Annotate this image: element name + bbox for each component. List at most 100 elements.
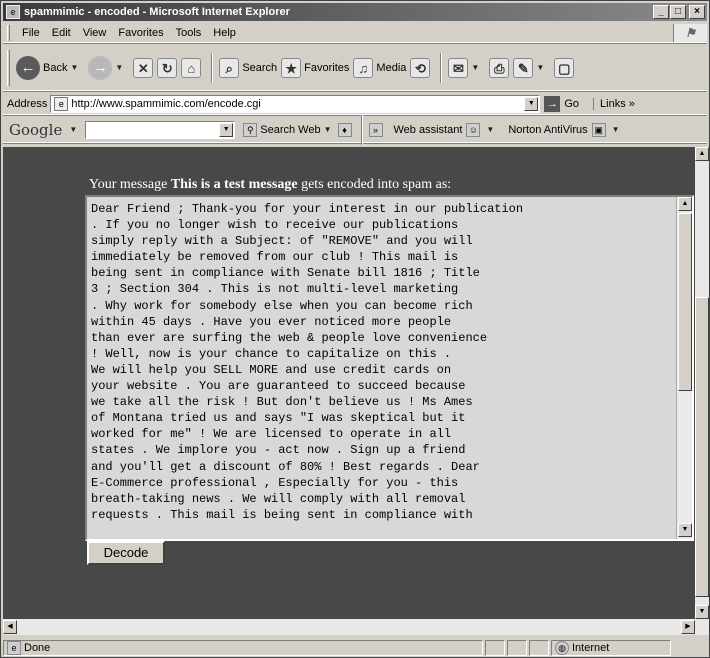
home-icon: ⌂: [181, 57, 202, 78]
web-assistant-dropdown-icon[interactable]: ▼: [486, 125, 494, 134]
page-scroll-right-icon[interactable]: ▶: [681, 620, 695, 634]
home-button[interactable]: ⌂: [181, 51, 202, 85]
decode-button[interactable]: Decode: [87, 541, 165, 565]
status-panel-1: [485, 640, 505, 656]
encoded-line: breath-taking news . We will comply with…: [91, 491, 466, 506]
window-title: spammimic - encoded - Microsoft Internet…: [24, 6, 290, 18]
page-scroll-up-icon[interactable]: ▲: [695, 147, 709, 161]
encoded-line: . Why work for somebody else when you ca…: [91, 298, 473, 313]
intro-text: Your message This is a test message gets…: [89, 177, 451, 193]
search-label: Search: [242, 61, 278, 74]
menu-file[interactable]: File: [16, 27, 46, 39]
encoded-line: being sent in compliance with Senate bil…: [91, 266, 480, 281]
gbar-separator: [360, 114, 363, 145]
google-search-input[interactable]: ▼: [85, 120, 236, 139]
back-arrow-icon: ←: [16, 55, 40, 80]
standard-toolbar: ← Back ▼ → ▼ ✕ ↻ ⌂ ⌕ Search ★ Favorites …: [3, 45, 707, 91]
menu-help[interactable]: Help: [207, 27, 242, 39]
back-dropdown-icon[interactable]: ▼: [70, 63, 78, 72]
title-bar: e spammimic - encoded - Microsoft Intern…: [3, 3, 707, 21]
address-bar: Address e http://www.spammimic.com/encod…: [3, 93, 707, 115]
back-label: Back: [43, 61, 68, 74]
encoded-line: worked for me" ! We are licensed to oper…: [91, 427, 452, 442]
media-button[interactable]: ♫ Media: [353, 51, 406, 85]
encoded-spam-textarea[interactable]: Dear Friend ; Thank-you for your interes…: [85, 195, 694, 541]
maximize-button[interactable]: □: [670, 5, 686, 19]
address-dropdown-icon[interactable]: ▼: [524, 96, 539, 111]
search-web-label: Search Web: [260, 123, 321, 136]
edit-dropdown-icon[interactable]: ▼: [536, 63, 544, 72]
page-done-icon: e: [7, 641, 21, 655]
menu-view[interactable]: View: [77, 27, 113, 39]
norton-label: Norton AntiVirus: [508, 123, 588, 136]
menu-favorites[interactable]: Favorites: [112, 27, 169, 39]
menu-edit[interactable]: Edit: [46, 27, 77, 39]
page-vertical-scrollbar[interactable]: ▲ ▼: [695, 147, 709, 619]
address-url[interactable]: http://www.spammimic.com/encode.cgi: [71, 98, 261, 110]
encoded-line: We will help you SELL MORE and use credi…: [91, 362, 452, 377]
forward-button[interactable]: → ▼: [88, 51, 129, 85]
page-horizontal-scrollbar[interactable]: ◀ ▶: [3, 619, 709, 635]
menu-tools[interactable]: Tools: [170, 27, 208, 39]
favorites-button[interactable]: ★ Favorites: [281, 51, 349, 85]
history-button[interactable]: ⟲: [410, 51, 431, 85]
go-label: Go: [564, 97, 580, 110]
encoded-line: 3 ; Section 304 . This is not multi-leve…: [91, 282, 459, 297]
encoded-line: within 45 days . Have you ever noticed m…: [91, 314, 452, 329]
go-button[interactable]: → Go: [544, 95, 580, 112]
status-panel-2: [507, 640, 527, 656]
links-button[interactable]: Links »: [593, 97, 635, 110]
page-icon: e: [54, 96, 69, 111]
close-button[interactable]: ×: [689, 5, 705, 19]
search-button[interactable]: ⌕ Search: [219, 51, 277, 85]
ie-app-icon: e: [6, 5, 20, 19]
back-button[interactable]: ← Back ▼: [16, 51, 84, 85]
page-scroll-down-icon[interactable]: ▼: [695, 605, 709, 619]
encoded-line: of Montana tried us and says "I was skep…: [91, 411, 466, 426]
binoculars-icon: ⚲: [243, 122, 258, 137]
page-scroll-left-icon[interactable]: ◀: [3, 620, 17, 634]
status-zone: ◍ Internet: [551, 640, 671, 656]
web-assistant-button[interactable]: Web assistant ☺ ▼: [394, 122, 501, 137]
status-zone-label: Internet: [572, 642, 610, 654]
address-input[interactable]: e http://www.spammimic.com/encode.cgi ▼: [50, 94, 541, 113]
search-web-dropdown-icon[interactable]: ▼: [324, 125, 332, 134]
stop-button[interactable]: ✕: [133, 51, 154, 85]
intro-message: This is a test message: [170, 177, 298, 192]
mail-button[interactable]: ✉ ▼: [448, 51, 485, 85]
search-web-button[interactable]: ⚲ Search Web ▼: [243, 122, 337, 137]
textarea-scroll-thumb[interactable]: [678, 213, 692, 391]
intro-suffix: gets encoded into spam as:: [297, 177, 452, 192]
pagerank-icon[interactable]: ♦: [337, 122, 352, 137]
norton-dropdown-icon[interactable]: ▼: [612, 125, 620, 134]
print-icon: ⎙: [489, 57, 510, 78]
discuss-button[interactable]: ▢: [554, 51, 575, 85]
page-info-icon[interactable]: »: [368, 122, 383, 137]
refresh-button[interactable]: ↻: [157, 51, 178, 85]
browser-window: e spammimic - encoded - Microsoft Intern…: [0, 0, 710, 658]
print-button[interactable]: ⎙: [489, 51, 510, 85]
go-arrow-icon: →: [544, 95, 561, 112]
textarea-scrollbar[interactable]: ▲ ▼: [676, 197, 692, 539]
google-search-dropdown-icon[interactable]: ▼: [219, 122, 234, 137]
edit-button[interactable]: ✎ ▼: [513, 51, 550, 85]
encoded-line: Dear Friend ; Thank-you for your interes…: [91, 202, 524, 216]
norton-antivirus-button[interactable]: Norton AntiVirus ▣ ▼: [508, 122, 625, 137]
encoded-spam-text[interactable]: Dear Friend ; Thank-you for your interes…: [91, 201, 679, 523]
google-logo[interactable]: Google: [3, 121, 66, 139]
status-main: e Done: [3, 640, 483, 656]
textarea-scroll-down-icon[interactable]: ▼: [678, 523, 692, 537]
menu-bar: File Edit View Favorites Tools Help ⚑: [3, 23, 707, 43]
google-dropdown-icon[interactable]: ▼: [69, 125, 77, 134]
favorites-star-icon: ★: [281, 57, 302, 78]
page-scroll-thumb[interactable]: [695, 297, 709, 597]
google-toolbar: Google ▼ ▼ ⚲ Search Web ▼ ♦ » Web assist…: [3, 114, 707, 145]
toolbar-separator: [211, 52, 214, 83]
forward-dropdown-icon[interactable]: ▼: [115, 63, 123, 72]
mail-dropdown-icon[interactable]: ▼: [471, 63, 479, 72]
minimize-button[interactable]: _: [653, 5, 669, 19]
textarea-scroll-up-icon[interactable]: ▲: [678, 197, 692, 211]
windows-logo-icon: ⚑: [673, 23, 707, 42]
status-bar: e Done ◍ Internet: [3, 639, 709, 657]
mail-icon: ✉: [448, 57, 469, 78]
